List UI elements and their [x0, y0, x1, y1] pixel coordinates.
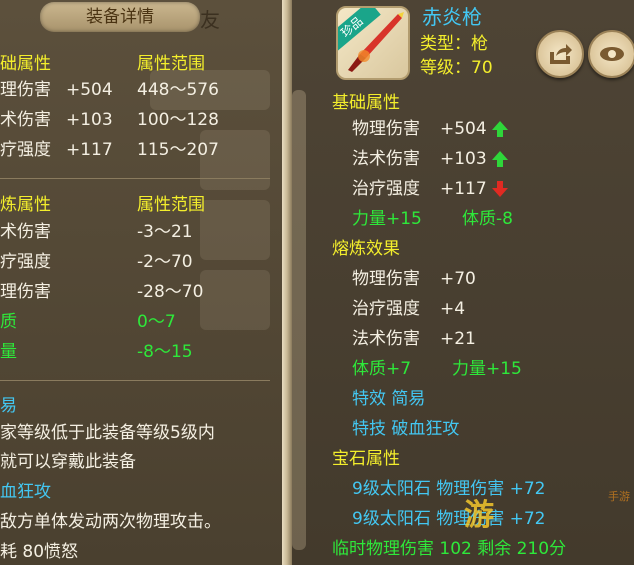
- range-header: 属性范围: [137, 54, 205, 74]
- refine-green-stat: 力量+15: [452, 359, 522, 379]
- up-arrow-icon: [492, 121, 508, 137]
- background-tile: [200, 270, 270, 330]
- base-stat-value: +103: [66, 110, 113, 130]
- base-green-stat: 力量+15: [352, 209, 422, 229]
- watermark-small: 手游: [608, 490, 630, 503]
- item-name: 赤炎枪: [422, 5, 482, 29]
- refine-green-name: 量: [0, 342, 17, 362]
- right-detail-panel: 珍品 赤炎枪 类型：枪 等级：70 基础属性 物理伤害 +504 法术伤害 +1…: [292, 0, 634, 565]
- trade-line: 就可以穿戴此装备: [0, 452, 136, 472]
- item-level: 等级：70: [420, 58, 493, 78]
- refine-stat-name: 治疗强度: [352, 299, 420, 319]
- base-attr-header: 础属性: [0, 54, 51, 74]
- base-stat-value: +117: [66, 140, 113, 160]
- base-stat-name: 术伤害: [0, 110, 51, 130]
- base-stat-name: 疗强度: [0, 140, 51, 160]
- down-arrow-icon: [492, 181, 508, 197]
- refine-effect-header: 熔炼效果: [332, 239, 400, 259]
- refine-stat-value: +4: [440, 299, 466, 319]
- special-effect: 特效 简易: [352, 389, 426, 409]
- gem-attr-header: 宝石属性: [332, 449, 400, 469]
- item-type: 类型：枪: [420, 34, 488, 54]
- refine-green-range: 0～7: [137, 312, 176, 332]
- base-stat-name: 理伤害: [0, 80, 51, 100]
- view-button[interactable]: [588, 30, 634, 78]
- skill-cost: 耗 80愤怒: [0, 542, 79, 562]
- base-stat-value: +117: [440, 179, 487, 199]
- spear-icon: 珍品: [336, 6, 410, 80]
- base-attr-header: 基础属性: [332, 93, 400, 113]
- eye-icon: [600, 47, 624, 61]
- refine-green-name: 质: [0, 312, 17, 332]
- gem-line: 9级太阳石 物理伤害 +72: [352, 509, 546, 529]
- base-stat-range: 115～207: [137, 140, 219, 160]
- refine-range-header: 属性范围: [137, 195, 205, 215]
- special-skill: 特技 破血狂攻: [352, 419, 460, 439]
- background-strip: [292, 90, 306, 550]
- background-peek-text: 友: [200, 8, 220, 32]
- refine-stat-name: 疗强度: [0, 252, 51, 272]
- skill-header: 血狂攻: [0, 482, 51, 502]
- base-stat-value: +504: [440, 119, 487, 139]
- base-stat-range: 448～576: [137, 80, 219, 100]
- refine-attr-header: 炼属性: [0, 195, 51, 215]
- refine-stat-name: 法术伤害: [352, 329, 420, 349]
- section-divider: [0, 380, 270, 381]
- up-arrow-icon: [492, 151, 508, 167]
- share-button[interactable]: [536, 30, 584, 78]
- base-stat-name: 法术伤害: [352, 149, 420, 169]
- base-stat-name: 治疗强度: [352, 179, 420, 199]
- left-detail-panel: 装备详情 友 础属性 属性范围 理伤害 +504 448～576 术伤害 +10…: [0, 0, 282, 565]
- refine-stat-name: 术伤害: [0, 222, 51, 242]
- refine-stat-value: +70: [440, 269, 476, 289]
- base-stat-value: +103: [440, 149, 487, 169]
- gem-line: 9级太阳石 物理伤害 +72: [352, 479, 546, 499]
- refine-stat-name: 物理伤害: [352, 269, 420, 289]
- refine-stat-range: -28～70: [137, 282, 204, 302]
- detail-title: 装备详情: [86, 7, 154, 27]
- refine-stat-range: -3～21: [137, 222, 193, 242]
- refine-stat-range: -2～70: [137, 252, 193, 272]
- refine-stat-value: +21: [440, 329, 476, 349]
- share-icon: [550, 44, 572, 64]
- base-stat-value: +504: [66, 80, 113, 100]
- base-stat-name: 物理伤害: [352, 119, 420, 139]
- section-divider: [0, 178, 270, 179]
- refine-stat-name: 理伤害: [0, 282, 51, 302]
- skill-description: 敌方单体发动两次物理攻击。: [0, 512, 221, 532]
- panel-separator: [282, 0, 292, 565]
- trade-header: 易: [0, 396, 17, 416]
- refine-green-stat: 体质+7: [352, 359, 412, 379]
- base-green-stat: 体质-8: [462, 209, 513, 229]
- base-stat-range: 100～128: [137, 110, 219, 130]
- watermark-logo: 游: [464, 498, 494, 533]
- detail-title-bar: 装备详情: [40, 2, 200, 32]
- temporary-bonus: 临时物理伤害 102 剩余 210分: [332, 539, 567, 559]
- trade-line: 家等级低于此装备等级5级内: [0, 423, 215, 443]
- background-tile: [200, 200, 270, 260]
- refine-green-range: -8～15: [137, 342, 193, 362]
